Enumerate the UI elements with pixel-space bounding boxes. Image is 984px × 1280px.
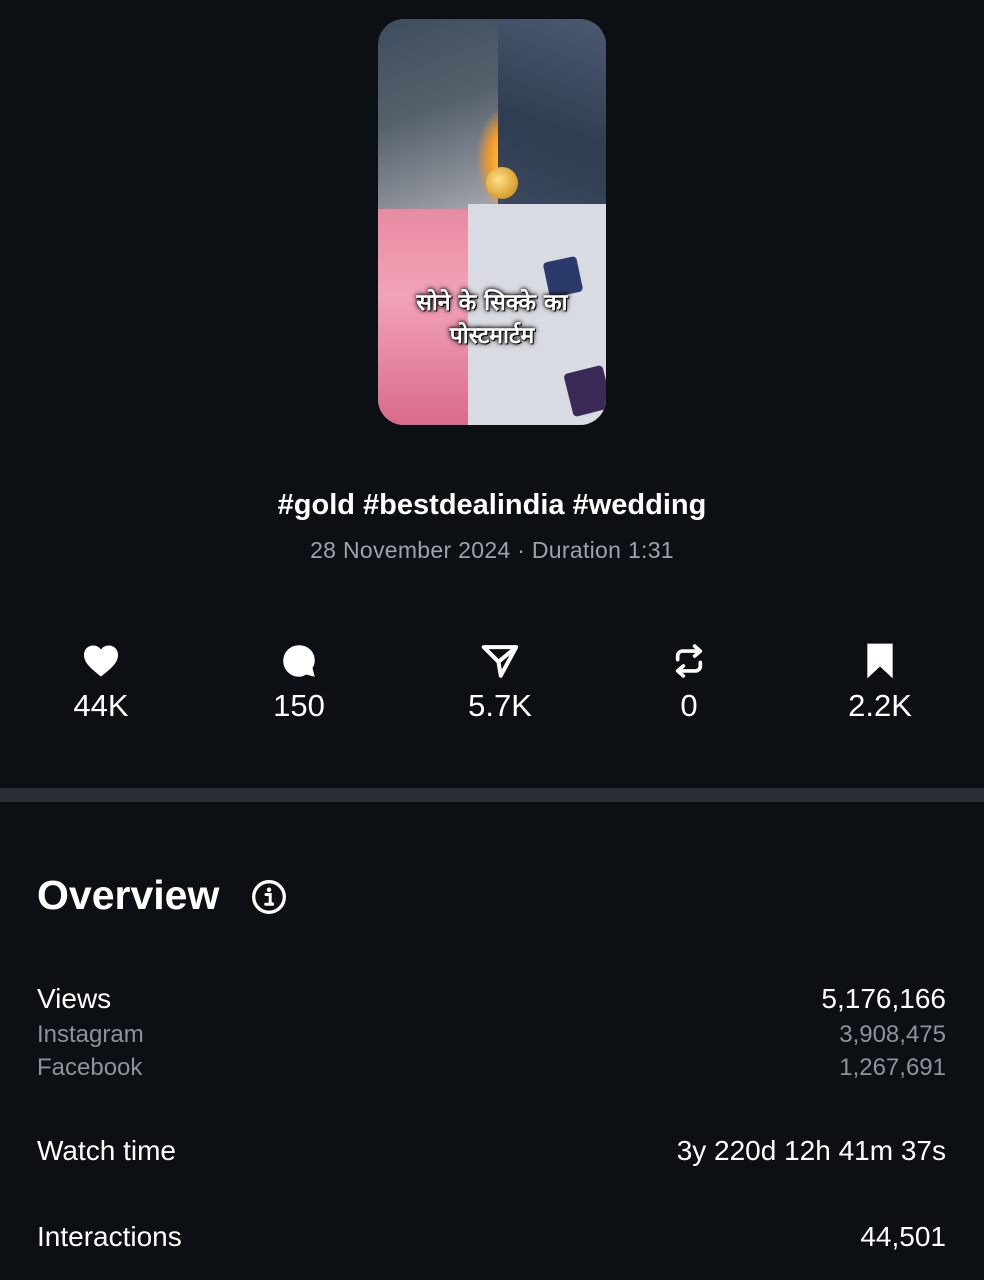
bookmark-icon (867, 643, 893, 679)
duration-label: Duration (531, 537, 622, 563)
likes-count: 44K (73, 688, 129, 723)
saves-stat: 2.2K (800, 640, 960, 724)
thumbnail-caption-line1: सोने के सिक्के का (416, 290, 568, 316)
facebook-views-label: Facebook (37, 1054, 143, 1081)
reel-thumbnail[interactable]: सोने के सिक्के का पोस्टमार्टम (378, 19, 606, 425)
meta-separator: · (517, 537, 526, 563)
post-meta: 28 November 2024 · Duration 1:31 (0, 537, 984, 564)
duration-value: 1:31 (627, 537, 674, 563)
instagram-views-value: 3,908,475 (839, 1021, 946, 1048)
views-value: 5,176,166 (821, 983, 946, 1014)
saves-count: 2.2K (848, 688, 912, 723)
views-label: Views (37, 983, 112, 1014)
facebook-views-value: 1,267,691 (839, 1054, 946, 1081)
thumbnail-gold-coin (486, 167, 518, 199)
thumbnail-caption-line2: पोस्टमार्टम (449, 323, 535, 349)
likes-stat: 44K (21, 640, 181, 724)
watch-time-value: 3y 220d 12h 41m 37s (676, 1135, 946, 1166)
comments-count: 150 (273, 688, 325, 723)
info-icon[interactable] (251, 879, 287, 920)
comment-icon (283, 645, 315, 677)
shares-count: 5.7K (468, 688, 532, 723)
watch-time-label: Watch time (37, 1135, 176, 1166)
post-date: 28 November 2024 (310, 537, 511, 563)
share-icon (481, 645, 519, 678)
thumbnail-caption: सोने के सिक्के का पोस्टमार्टम (378, 287, 606, 353)
reposts-stat: 0 (609, 640, 769, 724)
section-divider (0, 788, 984, 802)
interactions-value: 44,501 (860, 1221, 946, 1252)
interactions-label: Interactions (37, 1221, 182, 1252)
comments-stat: 150 (219, 640, 379, 724)
post-title: #gold #bestdealindia #wedding (277, 489, 707, 521)
instagram-views-label: Instagram (37, 1021, 144, 1048)
reposts-count: 0 (680, 688, 698, 723)
shares-stat: 5.7K (420, 640, 580, 724)
overview-title: Overview (37, 872, 220, 918)
repost-icon (675, 644, 703, 678)
heart-icon (84, 645, 118, 677)
